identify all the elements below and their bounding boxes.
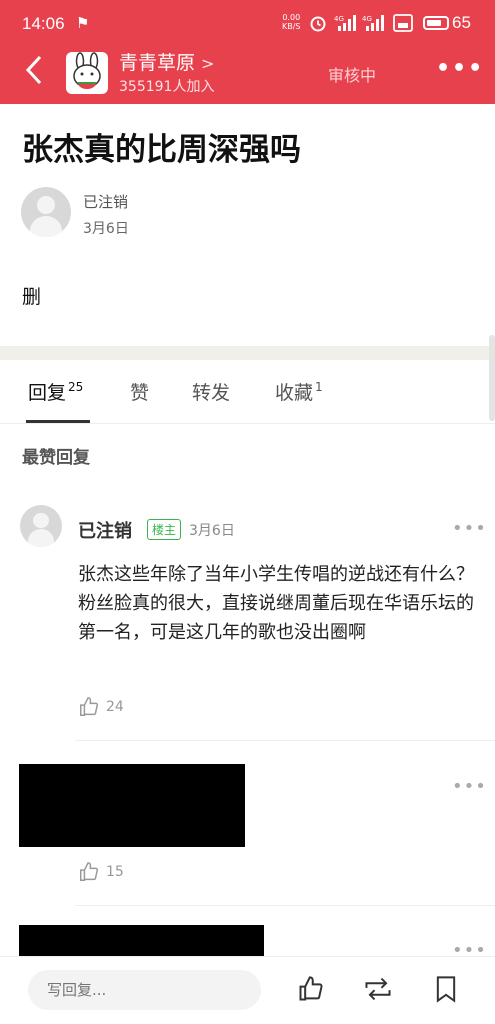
more-options-button[interactable]: •••	[436, 56, 484, 81]
comment-like-button[interactable]: 24	[78, 696, 124, 718]
post-body: 删	[22, 286, 42, 308]
comment-separator	[75, 905, 495, 906]
tab-likes-label: 赞	[130, 382, 150, 404]
net-speed: 0.00 KB/S	[282, 13, 301, 31]
thumbs-up-icon	[80, 697, 99, 716]
like-count: 15	[106, 864, 124, 880]
reply-input[interactable]	[28, 970, 261, 1010]
section-label: 最赞回复	[22, 448, 90, 468]
bookmark-button[interactable]	[434, 975, 458, 1007]
net-speed-unit: KB/S	[282, 22, 301, 31]
hd-icon	[393, 14, 413, 36]
tab-favorites-count: 1	[315, 380, 323, 394]
bottom-action-bar	[0, 956, 495, 1024]
rabbit-icon	[73, 52, 101, 89]
bookmark-icon	[436, 976, 456, 1003]
review-status: 审核中	[328, 66, 377, 85]
like-post-button[interactable]	[297, 975, 325, 1007]
comment-like-button[interactable]: 15	[78, 861, 124, 883]
top-header: 14:06 ⚑ 0.00 KB/S 4G 4G 65 青青草原 > 355191…	[0, 0, 495, 104]
redacted-block	[19, 925, 264, 956]
tab-bar: 回复 25 赞 转发 收藏 1	[0, 362, 495, 424]
comment-more-button[interactable]: •••	[452, 518, 487, 539]
status-bar: 14:06 ⚑ 0.00 KB/S 4G 4G 65	[0, 0, 495, 48]
status-time: 14:06	[22, 14, 65, 33]
post-title: 张杰真的比周深强吗	[22, 132, 301, 168]
signal-icon: 4G	[334, 14, 356, 36]
group-avatar[interactable]	[66, 52, 108, 94]
chevron-left-icon	[25, 55, 42, 85]
section-divider	[0, 346, 495, 360]
comment-date: 3月6日	[189, 523, 235, 539]
tab-active-indicator	[26, 420, 90, 423]
tab-favorites-label: 收藏	[275, 382, 314, 404]
battery-icon	[423, 16, 449, 30]
signal-label: 4G	[334, 15, 344, 23]
post-date: 3月6日	[83, 221, 129, 237]
redacted-block	[19, 764, 245, 847]
like-count: 24	[106, 699, 124, 715]
comment-more-button[interactable]: •••	[452, 776, 487, 797]
thumbs-up-icon	[80, 862, 99, 881]
repost-button[interactable]	[363, 975, 393, 1007]
author-name[interactable]: 已注销	[83, 191, 128, 212]
comment-avatar[interactable]	[20, 505, 62, 547]
tab-favorites[interactable]: 收藏 1	[275, 378, 323, 405]
author-avatar[interactable]	[21, 187, 71, 237]
comment-separator	[75, 740, 495, 741]
alarm-icon	[309, 14, 327, 36]
back-button[interactable]	[24, 54, 44, 91]
thumbs-up-icon	[299, 976, 323, 1001]
tab-likes[interactable]: 赞	[130, 378, 149, 405]
net-speed-value: 0.00	[282, 13, 301, 22]
op-badge: 楼主	[147, 519, 182, 540]
tab-shares-label: 转发	[192, 382, 231, 404]
tab-shares[interactable]: 转发	[192, 378, 230, 405]
tab-replies-label: 回复	[28, 382, 67, 404]
battery-level: 65	[452, 13, 471, 32]
tab-replies[interactable]: 回复 25	[28, 378, 83, 405]
signal-label-2: 4G	[362, 15, 372, 23]
tab-replies-count: 25	[68, 380, 84, 394]
comment-text: 张杰这些年除了当年小学生传唱的逆战还有什么？粉丝脸真的很大，直接说继周董后现在华…	[78, 564, 474, 643]
signal-icon-2: 4G	[362, 14, 384, 36]
repost-icon	[365, 977, 391, 1001]
chevron-right-icon: >	[201, 54, 215, 73]
comment-author[interactable]: 已注销	[78, 517, 132, 543]
group-name: 青青草原	[119, 52, 196, 74]
flag-icon: ⚑	[76, 14, 90, 32]
group-name-link[interactable]: 青青草原 >	[119, 48, 214, 75]
group-member-count: 355191人加入	[119, 79, 215, 95]
